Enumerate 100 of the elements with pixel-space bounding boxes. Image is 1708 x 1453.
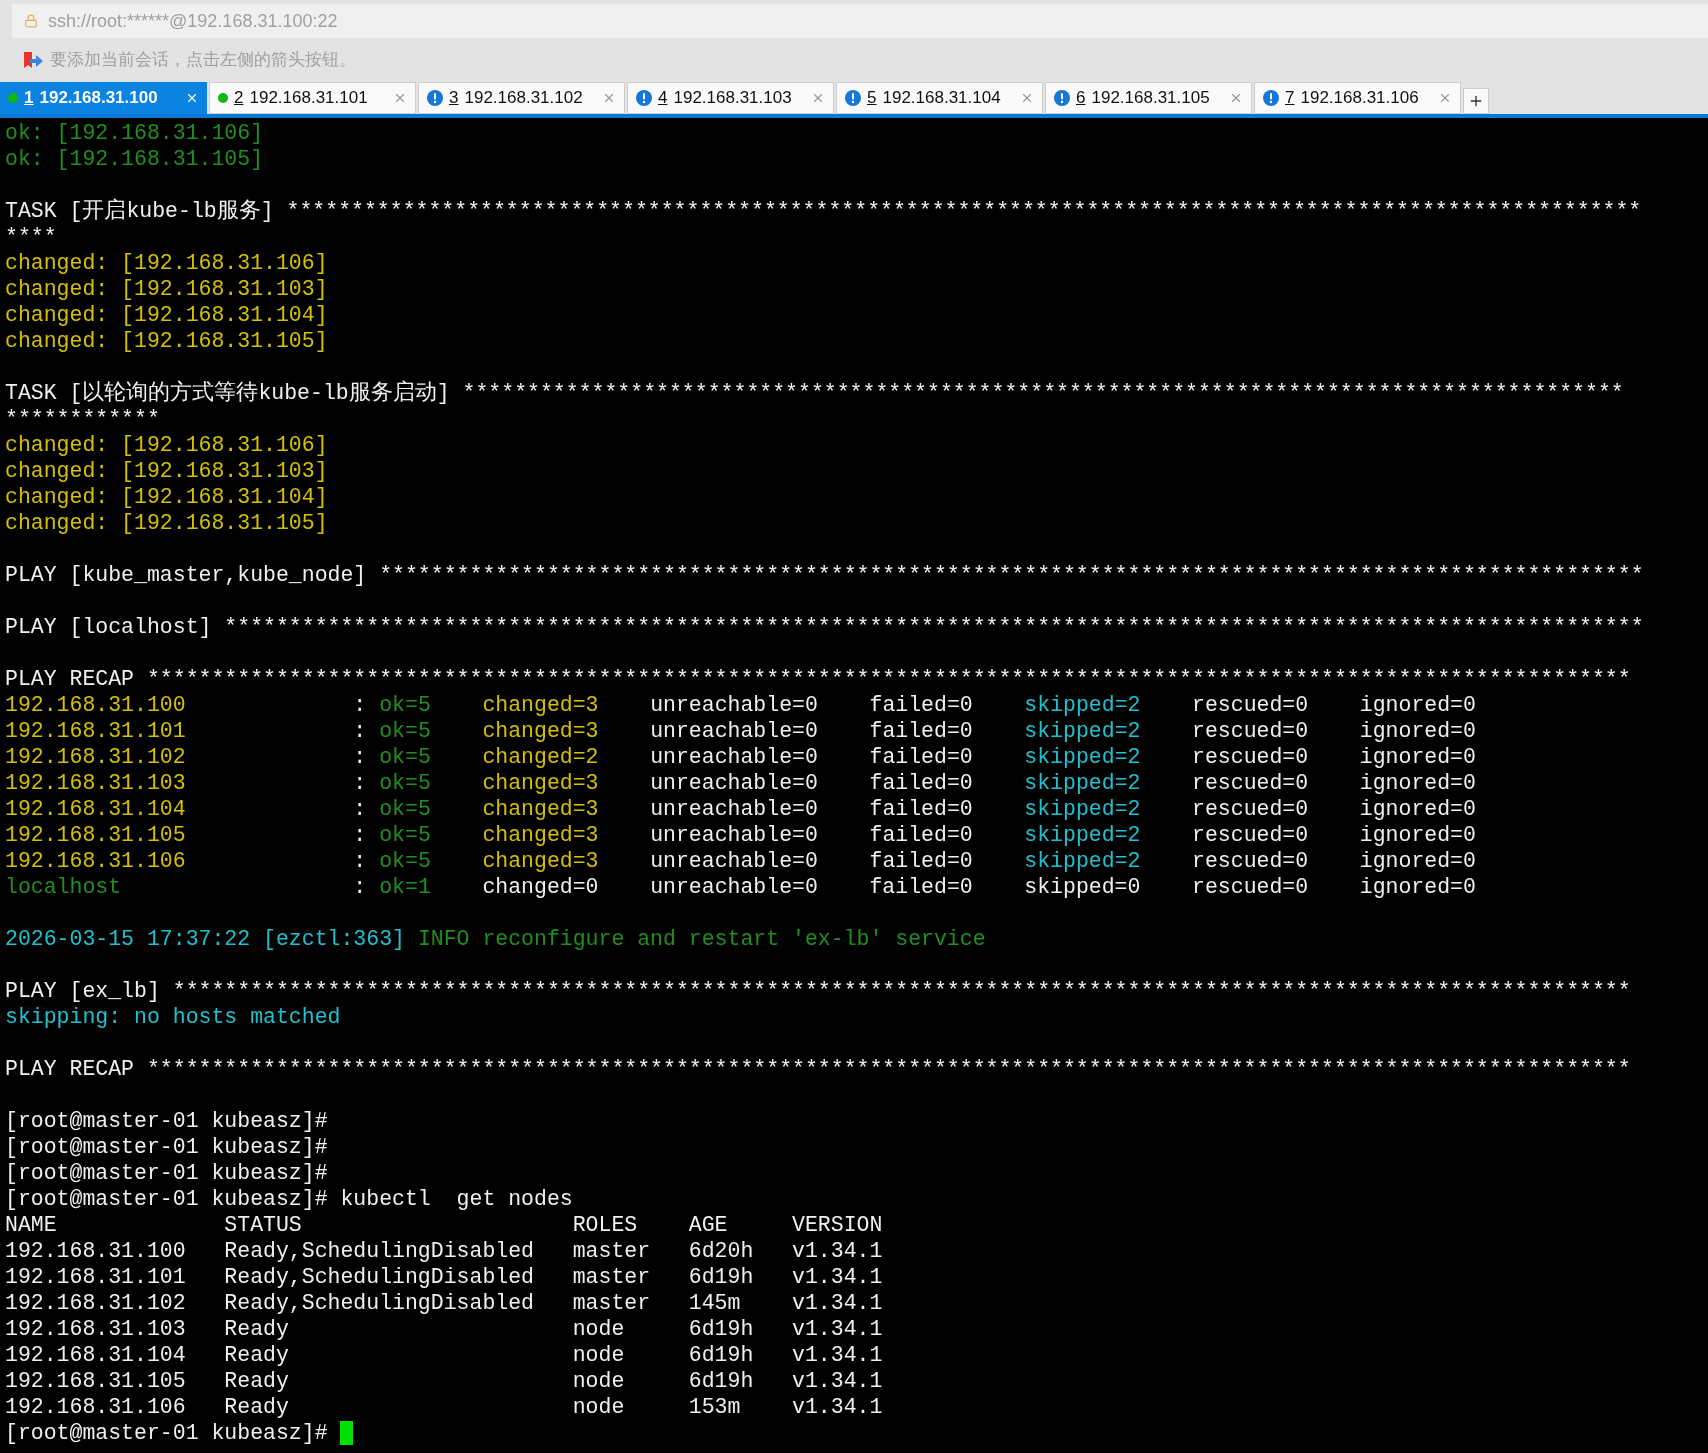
terminal-text: changed: [192.168.31.105] <box>5 328 328 354</box>
terminal-text: : <box>352 718 368 744</box>
close-icon[interactable] <box>602 91 616 105</box>
terminal-text: ok=1 <box>379 874 432 900</box>
terminal-text: changed=2 <box>482 744 600 770</box>
terminal-text: INFO reconfigure and restart 'ex-lb' service <box>417 926 986 952</box>
terminal-text: changed: [192.168.31.103] <box>5 276 328 302</box>
session-tab[interactable]: 3 192.168.31.102 <box>418 82 625 114</box>
terminal-text: 192.168.31.106 Ready node 153m v1.34.1 <box>5 1394 883 1420</box>
terminal-text: changed: [192.168.31.106] <box>5 432 328 458</box>
terminal-text: skipped=2 <box>1024 718 1142 744</box>
terminal-text: 2026-03-15 17:37:22 [ezctl:363] <box>5 926 406 952</box>
terminal-text: unreachable=0 failed=0 <box>650 744 974 770</box>
terminal-text: [root@master-01 kubeasz]# <box>5 1420 329 1446</box>
close-icon[interactable] <box>185 91 199 105</box>
add-session-icon[interactable] <box>22 50 44 70</box>
terminal-text: 192.168.31.101 Ready,SchedulingDisabled master 6d19h v1.34.1 <box>5 1264 883 1290</box>
terminal-text: skipped=2 <box>1024 796 1142 822</box>
terminal-text: **** <box>5 224 57 250</box>
session-tab[interactable]: 1 192.168.31.100 <box>0 82 207 114</box>
close-icon[interactable] <box>1438 91 1452 105</box>
terminal-text: changed: [192.168.31.105] <box>5 510 328 536</box>
terminal-text: skipped=2 <box>1024 822 1142 848</box>
terminal-text: unreachable=0 failed=0 <box>650 848 974 874</box>
terminal-text: : <box>352 770 368 796</box>
terminal-text: 192.168.31.103 <box>5 770 187 796</box>
terminal-text: changed: [192.168.31.106] <box>5 250 328 276</box>
terminal-text: changed: [192.168.31.104] <box>5 302 328 328</box>
terminal-text: ok=5 <box>379 744 432 770</box>
session-tab[interactable]: 2 192.168.31.101 <box>209 82 416 114</box>
terminal-text: changed=3 <box>482 692 600 718</box>
terminal-text: [root@master-01 kubeasz]# <box>5 1108 328 1134</box>
terminal-text: [root@master-01 kubeasz]# kubectl get nodes <box>5 1186 573 1212</box>
session-tab[interactable]: 6 192.168.31.105 <box>1045 82 1252 114</box>
terminal-text: ************ <box>5 406 160 432</box>
terminal-text: 192.168.31.104 Ready node 6d19h v1.34.1 <box>5 1342 883 1368</box>
terminal-text: changed=3 <box>482 770 600 796</box>
terminal-text: changed: [192.168.31.103] <box>5 458 328 484</box>
terminal-text: rescued=0 ignored=0 <box>1192 796 1476 822</box>
session-tab[interactable]: 7 192.168.31.106 <box>1254 82 1461 114</box>
terminal-text: PLAY RECAP ******************************************************************************************************************* <box>5 666 1631 692</box>
new-tab-button[interactable] <box>1463 88 1489 114</box>
terminal-text: changed=3 <box>482 848 600 874</box>
terminal-text: ok=5 <box>379 692 432 718</box>
terminal-text: changed=0 unreachable=0 failed=0 skipped=0 rescued=0 ignored=0 <box>482 874 1476 900</box>
terminal-text: : <box>352 822 368 848</box>
terminal-text: unreachable=0 failed=0 <box>650 692 974 718</box>
terminal-text: ok=5 <box>379 770 432 796</box>
terminal-text: TASK [开启kube-lb服务] ********************************************************************************************************* <box>5 198 1642 224</box>
terminal-text: unreachable=0 failed=0 <box>650 718 974 744</box>
terminal-text: ok: [192.168.31.105] <box>5 146 264 172</box>
terminal-text: 192.168.31.105 Ready node 6d19h v1.34.1 <box>5 1368 883 1394</box>
terminal-text: 192.168.31.105 <box>5 822 187 848</box>
terminal-text: 192.168.31.106 <box>5 848 187 874</box>
terminal-text: rescued=0 ignored=0 <box>1192 770 1476 796</box>
hint-text: 要添加当前会话，点击左侧的箭头按钮。 <box>50 49 356 72</box>
terminal-text: 192.168.31.103 Ready node 6d19h v1.34.1 <box>5 1316 883 1342</box>
terminal-text: rescued=0 ignored=0 <box>1192 692 1476 718</box>
terminal-text: ok=5 <box>379 848 432 874</box>
terminal-text: unreachable=0 failed=0 <box>650 796 974 822</box>
terminal-text: unreachable=0 failed=0 <box>650 822 974 848</box>
cursor <box>340 1421 354 1445</box>
terminal-text: skipped=2 <box>1024 744 1142 770</box>
terminal-text: ok: [192.168.31.106] <box>5 120 264 146</box>
terminal-text: [root@master-01 kubeasz]# <box>5 1160 328 1186</box>
terminal-text: localhost <box>5 874 123 900</box>
close-icon[interactable] <box>811 91 825 105</box>
terminal-text: PLAY [kube_master,kube_node] ************************************************************************************************** <box>5 562 1644 588</box>
terminal-text: 192.168.31.100 Ready,SchedulingDisabled master 6d20h v1.34.1 <box>5 1238 883 1264</box>
terminal-text: changed: [192.168.31.104] <box>5 484 328 510</box>
close-icon[interactable] <box>1229 91 1243 105</box>
terminal-text: : <box>352 796 368 822</box>
plus-icon <box>1468 93 1484 109</box>
url-text: ssh://root:******@192.168.31.100:22 <box>48 9 338 33</box>
session-tab[interactable]: 5 192.168.31.104 <box>836 82 1043 114</box>
terminal-text: TASK [以轮询的方式等待kube-lb服务启动] ****************************************************************************************** <box>5 380 1624 406</box>
terminal-text: NAME STATUS ROLES AGE VERSION <box>5 1212 883 1238</box>
terminal-text: [root@master-01 kubeasz]# <box>5 1134 328 1160</box>
terminal-text: PLAY [localhost] ************************************************************************************************************** <box>5 614 1644 640</box>
terminal-text: rescued=0 ignored=0 <box>1192 848 1476 874</box>
terminal-text: unreachable=0 failed=0 <box>650 770 974 796</box>
terminal-text: PLAY RECAP ******************************************************************************************************************* <box>5 1056 1631 1082</box>
terminal-text: skipped=2 <box>1024 848 1142 874</box>
terminal-text: skipping: no hosts matched <box>5 1004 341 1030</box>
terminal-text: skipped=2 <box>1024 692 1142 718</box>
terminal-text: rescued=0 ignored=0 <box>1192 822 1476 848</box>
terminal-text: rescued=0 ignored=0 <box>1192 718 1476 744</box>
terminal-text: : <box>352 744 368 770</box>
terminal-text: changed=3 <box>482 796 600 822</box>
terminal-text: : <box>352 874 368 900</box>
terminal-text: : <box>352 692 368 718</box>
close-icon[interactable] <box>1020 91 1034 105</box>
terminal-text: skipped=2 <box>1024 770 1142 796</box>
session-tab[interactable]: 4 192.168.31.103 <box>627 82 834 114</box>
terminal-text: rescued=0 ignored=0 <box>1192 744 1476 770</box>
terminal-text: ok=5 <box>379 718 432 744</box>
terminal-text: 192.168.31.101 <box>5 718 187 744</box>
close-icon[interactable] <box>393 91 407 105</box>
terminal-text: 192.168.31.100 <box>5 692 187 718</box>
terminal-text: ok=5 <box>379 822 432 848</box>
